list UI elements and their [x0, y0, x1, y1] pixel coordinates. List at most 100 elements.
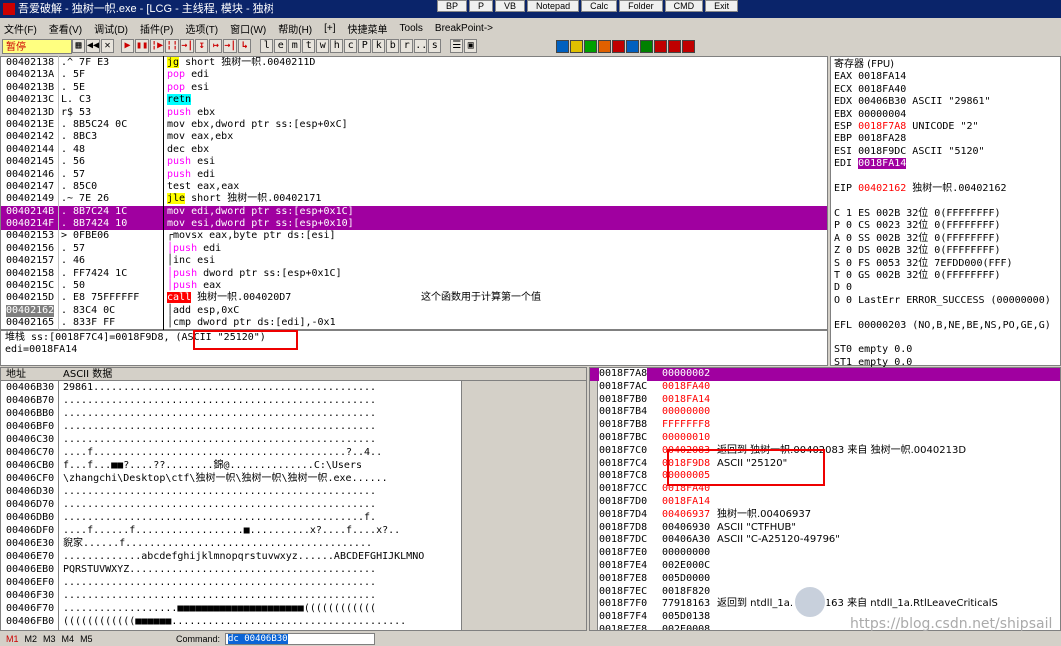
plugin-icon[interactable] [598, 39, 612, 53]
ext-tool-button[interactable]: CMD [664, 0, 704, 12]
dump-row[interactable]: 00406B70................................… [1, 394, 461, 407]
flag-row[interactable]: T 0 GS 002B 32位 0(FFFFFFFF) [834, 270, 1057, 282]
flag-row[interactable]: C 1 ES 002B 32位 0(FFFFFFFF) [834, 208, 1057, 220]
dump-row[interactable]: 00406CB0 f...f...■■?....??........錦@.....… [1, 459, 461, 472]
debug-button[interactable]: ▮▮ [135, 39, 150, 53]
folder-open-icon[interactable]: ▦ [72, 39, 85, 53]
register-row[interactable]: ECX 0018FA40 [834, 84, 1057, 96]
dump-row[interactable]: 00406C30................................… [1, 433, 461, 446]
register-value[interactable]: 00402162 [858, 183, 906, 194]
dump-row[interactable]: 00406CF0 \zhangchi\Desktop\ctf\独树一帜\独树一帜\… [1, 472, 461, 485]
register-value[interactable]: 0018F7A8 [858, 121, 906, 132]
menu-item[interactable]: Tools [400, 23, 423, 34]
plugin-icon[interactable] [556, 39, 570, 53]
window-button-b[interactable]: b [386, 39, 400, 53]
memory-dump-pane[interactable]: 地址 ASCII 数据 00406B30 29861...............… [0, 367, 587, 631]
disasm-row[interactable]: 0040214F . 8B7424 10 mov esi,dword ptr ss:… [1, 218, 827, 231]
ext-tool-button[interactable]: VB [495, 0, 526, 12]
register-value[interactable]: 0018FA40 [858, 84, 906, 95]
stack-row[interactable]: 0018F7AC 0018FA40 [590, 381, 1060, 394]
registers-pane[interactable]: 寄存器 (FPU) EAX 0018FA14 ECX 0018FA40 EDX 0… [830, 56, 1061, 393]
ext-tool-button[interactable]: Exit [705, 0, 739, 12]
disasm-row[interactable]: 00402147 . 85C0 test eax,eax [1, 181, 827, 193]
efl-row[interactable]: EFL 00000203 (NO,B,NE,BE,NS,PO,GE,G) [834, 320, 1057, 332]
stack-row[interactable]: 0018F7C8 00000005 [590, 470, 1060, 483]
stack-row[interactable]: 0018F7A8 00000002 [590, 368, 1060, 381]
disasm-row[interactable]: 0040214B . 8B7C24 1C mov edi,dword ptr ss:… [1, 205, 827, 219]
menu-item[interactable]: 调试(D) [94, 21, 128, 36]
command-value[interactable]: dc 00406B30 [228, 634, 288, 644]
window-button-m[interactable]: m [288, 39, 302, 53]
ext-tool-button[interactable]: Calc [581, 0, 618, 12]
close-icon[interactable]: ✕ [101, 39, 115, 53]
plugin-icon[interactable] [612, 39, 626, 53]
disasm-row[interactable]: 0040215D . E8 75FFFFFF call 独树一帜.004020D7 这… [1, 292, 827, 304]
menu-item[interactable]: 查看(V) [49, 21, 82, 36]
disasm-row[interactable]: 00402138 .^ 7F E3 jg short 独树一帜.0040211D [1, 57, 827, 69]
flag-row[interactable]: D 0 [834, 282, 1057, 294]
disasm-row[interactable]: 0040215C . 50 │push eax [1, 280, 827, 292]
debug-button[interactable]: →| [223, 39, 238, 53]
plugin-icon[interactable] [640, 39, 654, 53]
register-value[interactable]: 0018FA14 [858, 71, 906, 82]
ext-tool-button[interactable]: Folder [619, 0, 663, 12]
disasm-row[interactable]: 00402144 . 48 dec ebx [1, 144, 827, 156]
dump-row[interactable]: 00406DB0................................… [1, 511, 461, 524]
disasm-row[interactable]: 00402142 . 8BC3 mov eax,ebx [1, 131, 827, 143]
dump-row[interactable]: 00406FF0................................… [1, 628, 461, 630]
window-button-l[interactable]: l [260, 39, 274, 53]
window-button-...[interactable]: ... [414, 39, 433, 53]
disasm-row[interactable]: 00402165 . 833F FF │cmp dword ptr ds:[edi]… [1, 317, 827, 329]
menu-item[interactable]: 帮助(H) [278, 21, 312, 36]
debug-button[interactable]: ▶ [121, 39, 135, 53]
flag-row[interactable]: O 0 LastErr ERROR_SUCCESS (00000000) [834, 295, 1057, 307]
window-button-h[interactable]: h [330, 39, 344, 53]
debug-button[interactable]: ¦¦ [165, 39, 180, 53]
disasm-row[interactable]: 00402162 . 83C4 0C │add esp,0xC [1, 304, 827, 318]
menu-item[interactable]: 窗口(W) [230, 21, 266, 36]
disasm-row[interactable]: 00402145 . 56 push esi [1, 156, 827, 168]
stack-row[interactable]: 0018F7B8 FFFFFFF8 [590, 419, 1060, 432]
window-button-r[interactable]: r [400, 39, 414, 53]
menu-item[interactable]: 快捷菜单 [348, 21, 388, 36]
plugin-icon[interactable] [626, 39, 640, 53]
stack-row[interactable]: 0018F7C0 00402083 返回到 独树一帜.00402083 来自 独树一… [590, 445, 1060, 458]
disasm-row[interactable]: 0040213B . 5E pop esi [1, 82, 827, 94]
window-button-e[interactable]: e [274, 39, 288, 53]
window-button-c[interactable]: c [344, 39, 358, 53]
stack-row[interactable]: 0018F7E8 005D0000 [590, 573, 1060, 586]
stack-row[interactable]: 0018F7DC 00406A30 ASCII "C-A25120-49796" [590, 534, 1060, 547]
stack-row[interactable]: 0018F7D4 00406937 独树一帜.00406937 [590, 509, 1060, 522]
menu-item[interactable]: BreakPoint-> [435, 23, 493, 34]
register-value[interactable]: 00000004 [858, 109, 906, 120]
debug-button[interactable]: ↦ [209, 39, 223, 53]
stack-row[interactable]: 0018F7D8 00406930 ASCII "CTFHUB" [590, 522, 1060, 535]
window-button-s[interactable]: s [428, 39, 442, 53]
disasm-row[interactable]: 00402146 . 57 push edi [1, 169, 827, 181]
memory-tab-m1[interactable]: M1 [6, 632, 19, 646]
flag-row[interactable]: P 0 CS 0023 32位 0(FFFFFFFF) [834, 220, 1057, 232]
dump-scrollbar[interactable] [461, 381, 586, 630]
register-row-eip[interactable]: EIP 00402162 独树一帜.00402162 [834, 183, 1057, 195]
plugin-icon[interactable] [584, 39, 598, 53]
dump-row[interactable]: 00406F70 ...................■■■■■■■■■■■■■… [1, 602, 461, 615]
flag-row[interactable]: Z 0 DS 002B 32位 0(FFFFFFFF) [834, 245, 1057, 257]
ext-tool-button[interactable]: Notepad [527, 0, 580, 12]
dump-row[interactable]: 00406EF0................................… [1, 576, 461, 589]
disasm-row[interactable]: 0040213A . 5F pop edi [1, 69, 827, 81]
stack-pane[interactable]: 0018F7A8 00000002 0018F7AC 0018FA40 0018F7B0… [589, 367, 1061, 631]
dump-row[interactable]: 00406EB0 PQRSTUVWXYZ.....................… [1, 563, 461, 576]
plugin-icon[interactable] [654, 39, 668, 53]
register-row[interactable]: ESI 0018F9DC ASCII "5120" [834, 146, 1057, 158]
window-button-t[interactable]: t [302, 39, 316, 53]
disasm-row[interactable]: 0040213E . 8B5C24 0C mov ebx,dword ptr ss:… [1, 119, 827, 131]
dump-header-ascii[interactable]: ASCII 数据 [63, 368, 112, 381]
register-row[interactable]: ESP 0018F7A8 UNICODE "2" [834, 121, 1057, 133]
register-value[interactable]: 00406B30 [858, 96, 906, 107]
dump-row[interactable]: 00406DF0 ....f......f..................■.… [1, 524, 461, 537]
command-input[interactable]: dc 00406B30 [225, 633, 375, 645]
stack-row[interactable]: 0018F7BC 00000010 [590, 432, 1060, 445]
fpu-row[interactable]: ST0 empty 0.0 [834, 344, 1057, 356]
dump-row[interactable]: 00406BB0................................… [1, 407, 461, 420]
menu-item[interactable]: [+] [324, 23, 335, 34]
